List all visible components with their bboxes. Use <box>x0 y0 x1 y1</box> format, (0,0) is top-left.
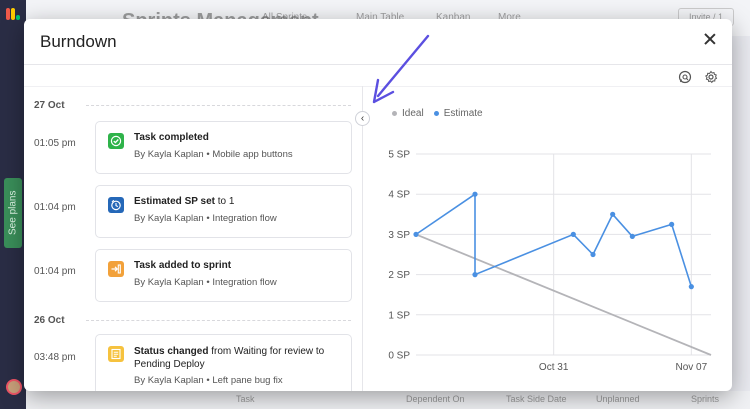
legend-label: Estimate <box>443 108 483 119</box>
column-task-side-date: Task Side Date <box>506 394 567 404</box>
legend-item-estimate: Estimate <box>433 108 483 119</box>
activity-time: 01:04 pm <box>34 266 76 277</box>
monday-logo-icon <box>6 8 20 20</box>
estimate-point <box>688 284 694 290</box>
date-divider <box>86 320 351 321</box>
activity-time: 01:05 pm <box>34 138 76 149</box>
activity-time: 01:04 pm <box>34 202 76 213</box>
estimate-point <box>472 272 478 278</box>
legend-item-ideal: Ideal <box>392 108 424 119</box>
list-icon <box>108 346 124 362</box>
activity-subtitle: By Kayla Kaplan • Integration flow <box>134 277 277 288</box>
check-icon <box>108 133 124 149</box>
activity-title: Status changed from Waiting for review t… <box>134 346 325 370</box>
close-icon[interactable] <box>702 31 718 47</box>
x-tick-label: Nov 07 <box>675 362 707 373</box>
legend-label: Ideal <box>402 108 424 119</box>
avatar[interactable] <box>6 379 22 395</box>
y-tick-label: 1 SP <box>388 310 410 321</box>
activity-card-status-changed[interactable]: Status changed from Waiting for review t… <box>95 334 352 391</box>
column-unplanned: Unplanned <box>596 394 640 404</box>
chat-search-icon[interactable] <box>678 70 692 84</box>
modal-title: Burndown <box>40 32 117 51</box>
y-tick-label: 3 SP <box>388 230 410 241</box>
ideal-legend-dot <box>392 111 397 116</box>
date-header: 26 Oct <box>34 315 65 326</box>
board-column-header: Task Dependent On Task Side Date Unplann… <box>26 391 750 409</box>
add-to-sprint-icon <box>108 261 124 277</box>
activity-title: Task completed <box>134 132 209 143</box>
estimate-legend-dot <box>433 111 439 116</box>
estimate-point <box>610 211 616 217</box>
ideal-line <box>415 233 712 356</box>
activity-card-added-to-sprint[interactable]: Task added to sprint By Kayla Kaplan • I… <box>95 249 352 302</box>
x-tick-label: Oct 31 <box>539 362 569 373</box>
estimate-point <box>472 191 478 197</box>
column-dependent-on: Dependent On <box>406 394 465 404</box>
header-divider <box>24 64 732 65</box>
estimate-point <box>669 221 675 227</box>
gear-icon[interactable] <box>704 70 718 84</box>
activity-subtitle: By Kayla Kaplan • Left pane bug fix <box>134 375 283 386</box>
date-header: 27 Oct <box>34 100 65 111</box>
chart-legend: Ideal Estimate <box>392 108 483 119</box>
activity-subtitle: By Kayla Kaplan • Mobile app buttons <box>134 149 293 160</box>
activity-time: 03:48 pm <box>34 352 76 363</box>
column-sprints: Sprints <box>691 394 720 404</box>
activity-log: 27 Oct 01:05 pm Task completed By Kayla … <box>24 86 362 391</box>
y-tick-label: 0 SP <box>388 351 410 362</box>
activity-title: Estimated SP set to 1 <box>134 196 235 207</box>
estimate-point <box>413 231 419 237</box>
y-tick-label: 2 SP <box>388 270 410 281</box>
activity-card-task-completed[interactable]: Task completed By Kayla Kaplan • Mobile … <box>95 121 352 174</box>
y-tick-label: 5 SP <box>388 150 410 161</box>
activity-title: Task added to sprint <box>134 260 232 271</box>
burndown-chart: 0 SP 1 SP 2 SP 3 SP 4 SP 5 SP Oct 31 Nov 07 <box>388 150 712 373</box>
estimate-point <box>570 231 576 237</box>
burndown-modal: Burndown 27 Oct 01:05 pm Task completed … <box>24 19 732 391</box>
column-task: Task <box>236 394 255 404</box>
estimate-point <box>590 251 596 258</box>
app-sidebar: See plans <box>0 0 26 409</box>
activity-card-estimate-set[interactable]: Estimated SP set to 1 By Kayla Kaplan • … <box>95 185 352 238</box>
date-divider <box>86 105 351 106</box>
timer-icon <box>108 197 124 213</box>
estimate-point <box>629 233 635 240</box>
see-plans-button[interactable]: See plans <box>4 178 22 248</box>
y-tick-label: 4 SP <box>388 190 410 201</box>
activity-subtitle: By Kayla Kaplan • Integration flow <box>134 213 277 224</box>
